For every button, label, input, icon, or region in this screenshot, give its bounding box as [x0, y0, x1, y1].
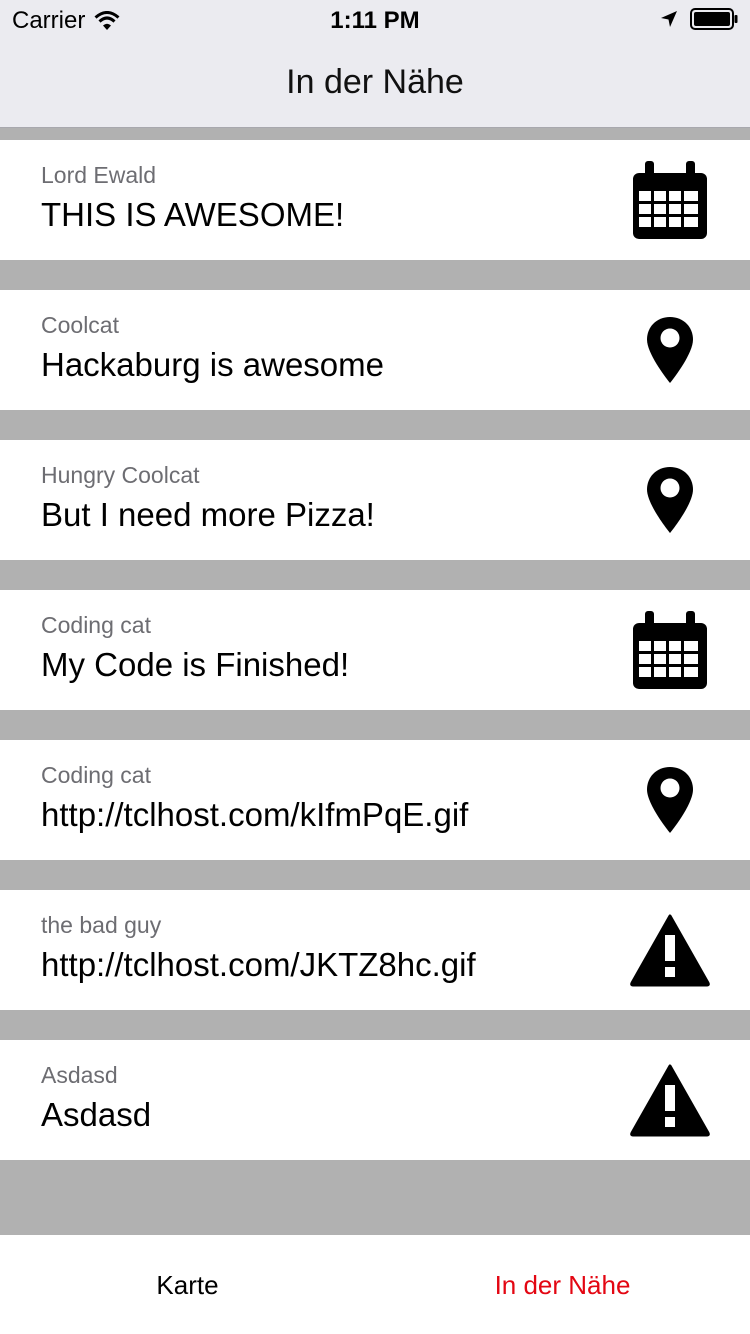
feed-item[interactable]: the bad guy http://tclhost.com/JKTZ8hc.g…	[0, 890, 750, 1010]
tab-bar: Karte In der Nähe	[0, 1235, 750, 1334]
status-time: 1:11 PM	[330, 7, 420, 34]
feed-item[interactable]: Hungry Coolcat But I need more Pizza!	[0, 440, 750, 560]
feed-list: Lord Ewald THIS IS AWESOME! Coolcat Hack…	[0, 140, 750, 1190]
status-bar: Carrier 1:11 PM	[0, 0, 750, 40]
tab-karte[interactable]: Karte	[0, 1235, 375, 1334]
status-right-indicators	[660, 8, 738, 30]
calendar-icon	[630, 610, 710, 690]
feed-item-author: Coding cat	[41, 762, 151, 788]
feed-item-message: http://tclhost.com/kIfmPqE.gif	[41, 796, 469, 833]
map-pin-icon	[630, 310, 710, 390]
map-pin-icon	[630, 460, 710, 540]
feed-item-author: Coding cat	[41, 612, 151, 638]
map-pin-icon	[630, 760, 710, 840]
feed-item[interactable]: Coding cat http://tclhost.com/kIfmPqE.gi…	[0, 740, 750, 860]
navigation-bar: In der Nähe	[0, 40, 750, 128]
calendar-icon	[630, 160, 710, 240]
page-title: In der Nähe	[286, 63, 464, 101]
location-arrow-icon	[661, 11, 677, 27]
feed-item[interactable]: Coolcat Hackaburg is awesome	[0, 290, 750, 410]
warning-icon	[630, 910, 710, 990]
feed-item-author: Hungry Coolcat	[41, 462, 200, 488]
feed-item-author: Lord Ewald	[41, 162, 157, 188]
feed-item-message: My Code is Finished!	[41, 646, 350, 683]
feed-item-message: THIS IS AWESOME!	[41, 196, 345, 233]
battery-icon	[690, 8, 738, 30]
feed-item-author: Coolcat	[41, 312, 119, 338]
feed-item-author: Asdasd	[41, 1062, 118, 1088]
feed-item-message: But I need more Pizza!	[41, 496, 375, 533]
feed-item-message: http://tclhost.com/JKTZ8hc.gif	[41, 946, 476, 983]
feed-item[interactable]: Coding cat My Code is Finished!	[0, 590, 750, 710]
feed-item-message: Asdasd	[41, 1096, 152, 1133]
feed-item-message: Hackaburg is awesome	[41, 346, 384, 383]
feed-item[interactable]: Asdasd Asdasd	[0, 1040, 750, 1160]
tab-in-der-naehe[interactable]: In der Nähe	[375, 1235, 750, 1334]
feed-item[interactable]: Lord Ewald THIS IS AWESOME!	[0, 140, 750, 260]
feed-item-author: the bad guy	[41, 912, 162, 938]
warning-icon	[630, 1060, 710, 1140]
